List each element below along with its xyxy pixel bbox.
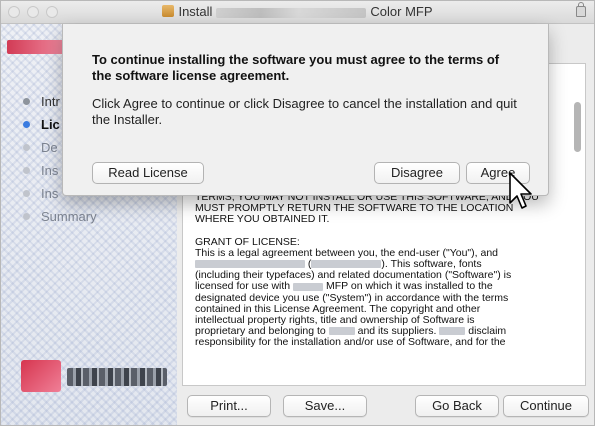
step-label: Ins (41, 186, 59, 201)
license-line-text: and its suppliers. (357, 325, 437, 338)
logo-wordmark (67, 368, 167, 386)
redacted-company (195, 260, 305, 269)
sheet-heading: To continue installing the software you … (92, 52, 500, 83)
disagree-button[interactable]: Disagree (374, 162, 460, 184)
installer-window: Install Color MFP Intr Lic De Ins Ins Sum… (0, 0, 595, 426)
step-bullet-icon (23, 98, 30, 105)
mouse-pointer-icon (509, 172, 532, 209)
step-summary: Summary (23, 205, 97, 228)
step-bullet-icon (23, 213, 30, 220)
license-line: This is a legal agreement between you, t… (195, 246, 498, 259)
window-title-suffix: Color MFP (370, 4, 433, 19)
step-label: Lic (41, 117, 60, 132)
lock-icon (576, 2, 586, 17)
brand-banner (7, 40, 65, 54)
step-bullet-icon (23, 121, 30, 128)
license-text: TERMS, YOU MAY NOT INSTALL OR USE THIS S… (195, 191, 553, 349)
redacted-model-name (216, 7, 367, 18)
license-line: licensed for use with MFP on which it wa… (195, 281, 553, 292)
step-label: Intr (41, 94, 60, 109)
print-button[interactable]: Print... (187, 395, 271, 417)
license-line-text: licensed for use with (195, 280, 291, 293)
redacted-brand (439, 327, 466, 336)
license-line-text: ). This software, fonts (381, 258, 482, 271)
step-label: Summary (41, 209, 97, 224)
step-bullet-icon (23, 167, 30, 174)
redacted-brand (328, 327, 355, 336)
license-line-text: MFP on which it was installed to the (325, 280, 493, 293)
step-label: De (41, 140, 58, 155)
package-icon (162, 5, 175, 17)
step-bullet-icon (23, 190, 30, 197)
license-line-text: proprietary and belonging to (195, 325, 326, 338)
vendor-logo (21, 354, 171, 398)
license-scrollbar[interactable] (574, 102, 582, 378)
save-button[interactable]: Save... (283, 395, 367, 417)
window-title: Install Color MFP (1, 4, 594, 19)
license-line: responsibility for the installation and/… (195, 336, 506, 349)
read-license-button[interactable]: Read License (92, 162, 204, 184)
scrollbar-thumb[interactable] (574, 102, 581, 152)
redacted-company-short (311, 260, 382, 269)
step-label: Ins (41, 163, 59, 178)
go-back-button[interactable]: Go Back (415, 395, 499, 417)
logo-mark-icon (21, 360, 61, 392)
license-agreement-sheet: To continue installing the software you … (62, 24, 549, 196)
continue-button[interactable]: Continue (503, 395, 589, 417)
window-title-prefix: Install (178, 4, 213, 19)
redacted-brand (293, 282, 324, 291)
license-line-text: disclaim (468, 325, 507, 338)
title-bar: Install Color MFP (1, 1, 594, 24)
step-bullet-icon (23, 144, 30, 151)
sheet-message: Click Agree to continue or click Disagre… (92, 96, 517, 127)
license-paragraph: TERMS, YOU MAY NOT INSTALL OR USE THIS S… (195, 191, 539, 226)
